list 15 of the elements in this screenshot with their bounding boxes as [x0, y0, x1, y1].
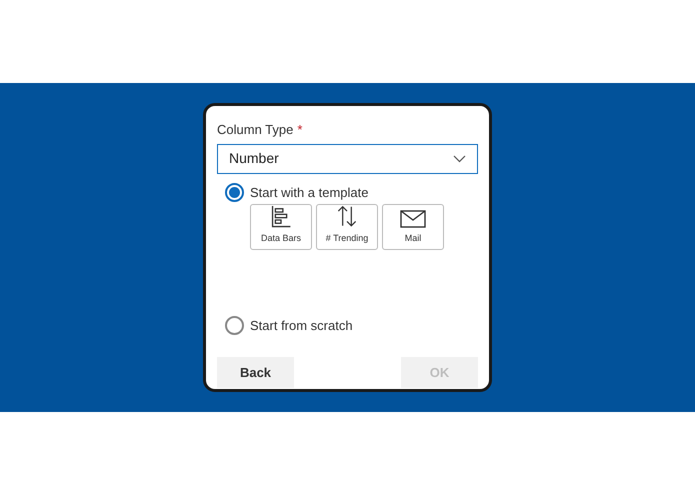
template-button[interactable]: # Trending: [316, 204, 378, 250]
bar-chart-icon: [270, 205, 292, 228]
field-label: Column Type: [217, 121, 294, 139]
radio-button[interactable]: [225, 316, 244, 335]
up-down-arrows-icon: [335, 205, 359, 228]
required-mark: *: [297, 121, 302, 139]
template-button[interactable]: Mail: [382, 204, 444, 250]
back-button[interactable]: Back: [217, 357, 294, 388]
chevron-down-icon: [453, 154, 466, 162]
radio-button[interactable]: [225, 182, 244, 202]
radio-label: Start from scratch: [250, 316, 353, 334]
column-type-dropdown[interactable]: Number: [217, 144, 478, 174]
mail-icon: [400, 210, 426, 228]
template-button[interactable]: Data Bars: [250, 204, 312, 250]
radio-label: Start with a template: [250, 184, 368, 202]
